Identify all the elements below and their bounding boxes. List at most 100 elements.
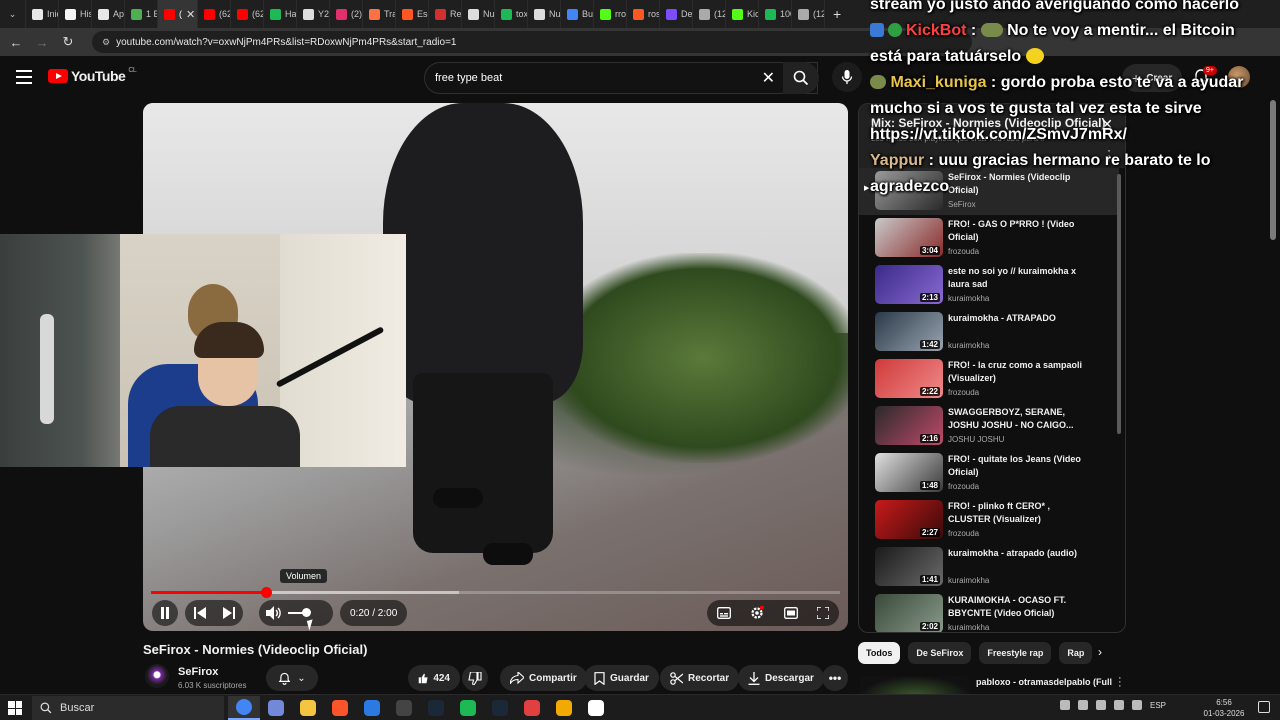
browser-tab[interactable]: (2) I [330, 0, 363, 28]
previous-icon[interactable] [193, 607, 206, 619]
browser-tab[interactable]: Nue [528, 0, 561, 28]
playlist-item-title[interactable]: kuraimokha - ATRAPADO [948, 312, 1088, 325]
clip-button[interactable]: Recortar [660, 665, 740, 691]
playlist-item[interactable]: 1:42 kuraimokha - ATRAPADO kuraimokha [859, 309, 1119, 356]
url-field[interactable]: ⚙ youtube.com/watch?v=oxwNjPm4PRs&list=R… [92, 31, 972, 53]
tray-icon[interactable] [1078, 700, 1088, 710]
tab-search-button[interactable]: ⌄ [0, 0, 26, 28]
site-info-icon[interactable]: ⚙ [102, 37, 110, 48]
playlist-item[interactable]: 3:04 FRO! - GAS O P*RRO ! (Video Oficial)… [859, 215, 1119, 262]
windows-start-icon[interactable] [8, 701, 22, 715]
playlist-thumbnail[interactable]: 2:22 [875, 359, 943, 398]
browser-tab[interactable]: Escu [396, 0, 429, 28]
volume-slider-knob[interactable] [302, 608, 311, 617]
volume-icon[interactable] [266, 606, 282, 620]
browser-tab[interactable]: rosl [627, 0, 660, 28]
search-input[interactable]: free type beat [435, 72, 502, 84]
search-box[interactable]: free type beat ✕ [424, 62, 819, 94]
browser-tab[interactable]: Inici [26, 0, 59, 28]
browser-tab[interactable]: 1 Bi [125, 0, 158, 28]
next-icon[interactable] [222, 607, 235, 619]
playlist-thumbnail[interactable]: 2:27 [875, 500, 943, 539]
taskbar-app-icon[interactable] [292, 696, 324, 720]
recommendation-more-icon[interactable]: · · · [1118, 673, 1122, 692]
browser-tab[interactable]: rros [594, 0, 627, 28]
close-tab-icon[interactable]: ✕ [186, 8, 195, 21]
save-button[interactable]: Guardar [584, 665, 659, 691]
reload-icon[interactable]: ↻ [58, 34, 78, 50]
playlist-thumbnail[interactable]: 1:42 [875, 312, 943, 351]
playlist-item-title[interactable]: FRO! - quitate los Jeans (Video Oficial) [948, 453, 1088, 479]
subscribed-bell-button[interactable]: ⌄ [266, 665, 318, 691]
browser-tab[interactable]: (12) [792, 0, 825, 28]
playlist-thumbnail[interactable]: 1:41 [875, 547, 943, 586]
channel-avatar[interactable] [145, 664, 169, 688]
playlist-thumbnail[interactable]: 2:13 [875, 265, 943, 304]
browser-tab[interactable]: Y2M [297, 0, 330, 28]
tray-icon[interactable] [1096, 700, 1106, 710]
playlist-item-title[interactable]: SWAGGERBOYZ, SERANE, JOSHU JOSHU - NO CA… [948, 406, 1088, 432]
browser-tab[interactable]: Apu [92, 0, 125, 28]
taskbar-app-icon[interactable] [516, 696, 548, 720]
forward-icon[interactable]: → [32, 35, 52, 50]
playlist-item[interactable]: 2:13 este no soi yo // kuraimokha x laura… [859, 262, 1119, 309]
pause-button[interactable] [152, 600, 178, 626]
taskbar-app-icon[interactable] [388, 696, 420, 720]
browser-tab[interactable]: toxi [495, 0, 528, 28]
browser-tab[interactable]: (62 [198, 0, 231, 28]
browser-tab[interactable]: Deb [660, 0, 693, 28]
dislike-button[interactable] [462, 665, 488, 691]
browser-tab[interactable]: Hist [59, 0, 92, 28]
playlist-item[interactable]: 2:02 KURAIMOKHA - OCASO FT. BBYCNTE (Vide… [859, 591, 1119, 632]
back-icon[interactable]: ← [6, 35, 26, 50]
playlist-thumbnail[interactable]: 2:16 [875, 406, 943, 445]
progress-scrubber[interactable] [261, 587, 272, 598]
playlist-item-title[interactable]: este no soi yo // kuraimokha x laura sad [948, 265, 1088, 291]
speaker-icon[interactable] [1132, 700, 1142, 710]
taskbar-app-icon[interactable] [548, 696, 580, 720]
taskbar-app-icon[interactable] [356, 696, 388, 720]
recommendation-title[interactable]: pabloxo - otramasdelpablo (Full [976, 677, 1116, 687]
filter-chip[interactable]: Rap [1059, 642, 1093, 664]
playlist-scrollbar[interactable] [1117, 174, 1121, 434]
taskbar-app-icon[interactable] [580, 696, 612, 720]
taskbar-app-icon[interactable] [452, 696, 484, 720]
taskbar-search[interactable]: Buscar [32, 696, 224, 720]
playlist-item-title[interactable]: FRO! - plinko ft CERO* , CLUSTER (Visual… [948, 500, 1088, 526]
menu-icon[interactable] [16, 70, 32, 88]
taskbar-app-icon[interactable] [260, 696, 292, 720]
playlist-item[interactable]: 1:41 kuraimokha - atrapado (audio) kuraimo… [859, 544, 1119, 591]
playlist-item-title[interactable]: FRO! - GAS O P*RRO ! (Video Oficial) [948, 218, 1088, 244]
browser-tab[interactable]: (✕ [158, 0, 198, 28]
channel-name[interactable]: SeFirox [178, 666, 218, 678]
playlist-item[interactable]: 2:16 SWAGGERBOYZ, SERANE, JOSHU JOSHU - N… [859, 403, 1119, 450]
voice-search-button[interactable] [832, 62, 862, 92]
youtube-logo[interactable]: YouTube CL [48, 67, 137, 84]
recommendation-thumbnail[interactable] [860, 676, 970, 696]
playlist-thumbnail[interactable]: 2:02 [875, 594, 943, 632]
download-button[interactable]: Descargar [738, 665, 824, 691]
language-indicator[interactable]: ESP [1150, 701, 1166, 710]
browser-tab[interactable]: (12) [693, 0, 726, 28]
more-actions-button[interactable]: ••• [822, 665, 848, 691]
playlist-item-title[interactable]: KURAIMOKHA - OCASO FT. BBYCNTE (Video Of… [948, 594, 1088, 620]
playlist-thumbnail[interactable]: 3:04 [875, 218, 943, 257]
browser-tab[interactable]: Har [264, 0, 297, 28]
playlist-item[interactable]: 2:22 FRO! - la cruz como a sampaoli (Visu… [859, 356, 1119, 403]
clear-search-icon[interactable]: ✕ [762, 68, 775, 88]
notification-center-icon[interactable] [1258, 701, 1270, 713]
browser-tab[interactable]: Tran [363, 0, 396, 28]
chevron-right-icon[interactable]: › [1098, 645, 1102, 659]
taskbar-app-icon[interactable] [228, 696, 260, 720]
page-scrollbar[interactable] [1270, 100, 1276, 240]
taskbar-app-icon[interactable] [324, 696, 356, 720]
playlist-item[interactable]: 1:48 FRO! - quitate los Jeans (Video Ofic… [859, 450, 1119, 497]
playlist-thumbnail[interactable]: 1:48 [875, 453, 943, 492]
playlist-item[interactable]: 2:27 FRO! - plinko ft CERO* , CLUSTER (Vi… [859, 497, 1119, 544]
taskbar-app-icon[interactable] [484, 696, 516, 720]
browser-tab[interactable]: Bus [561, 0, 594, 28]
share-button[interactable]: Compartir [500, 665, 587, 691]
taskbar-clock[interactable]: 6:56 01-03-2026 [1196, 697, 1252, 719]
settings-gear-icon[interactable] [750, 606, 765, 620]
like-button[interactable]: 424 [408, 665, 460, 691]
